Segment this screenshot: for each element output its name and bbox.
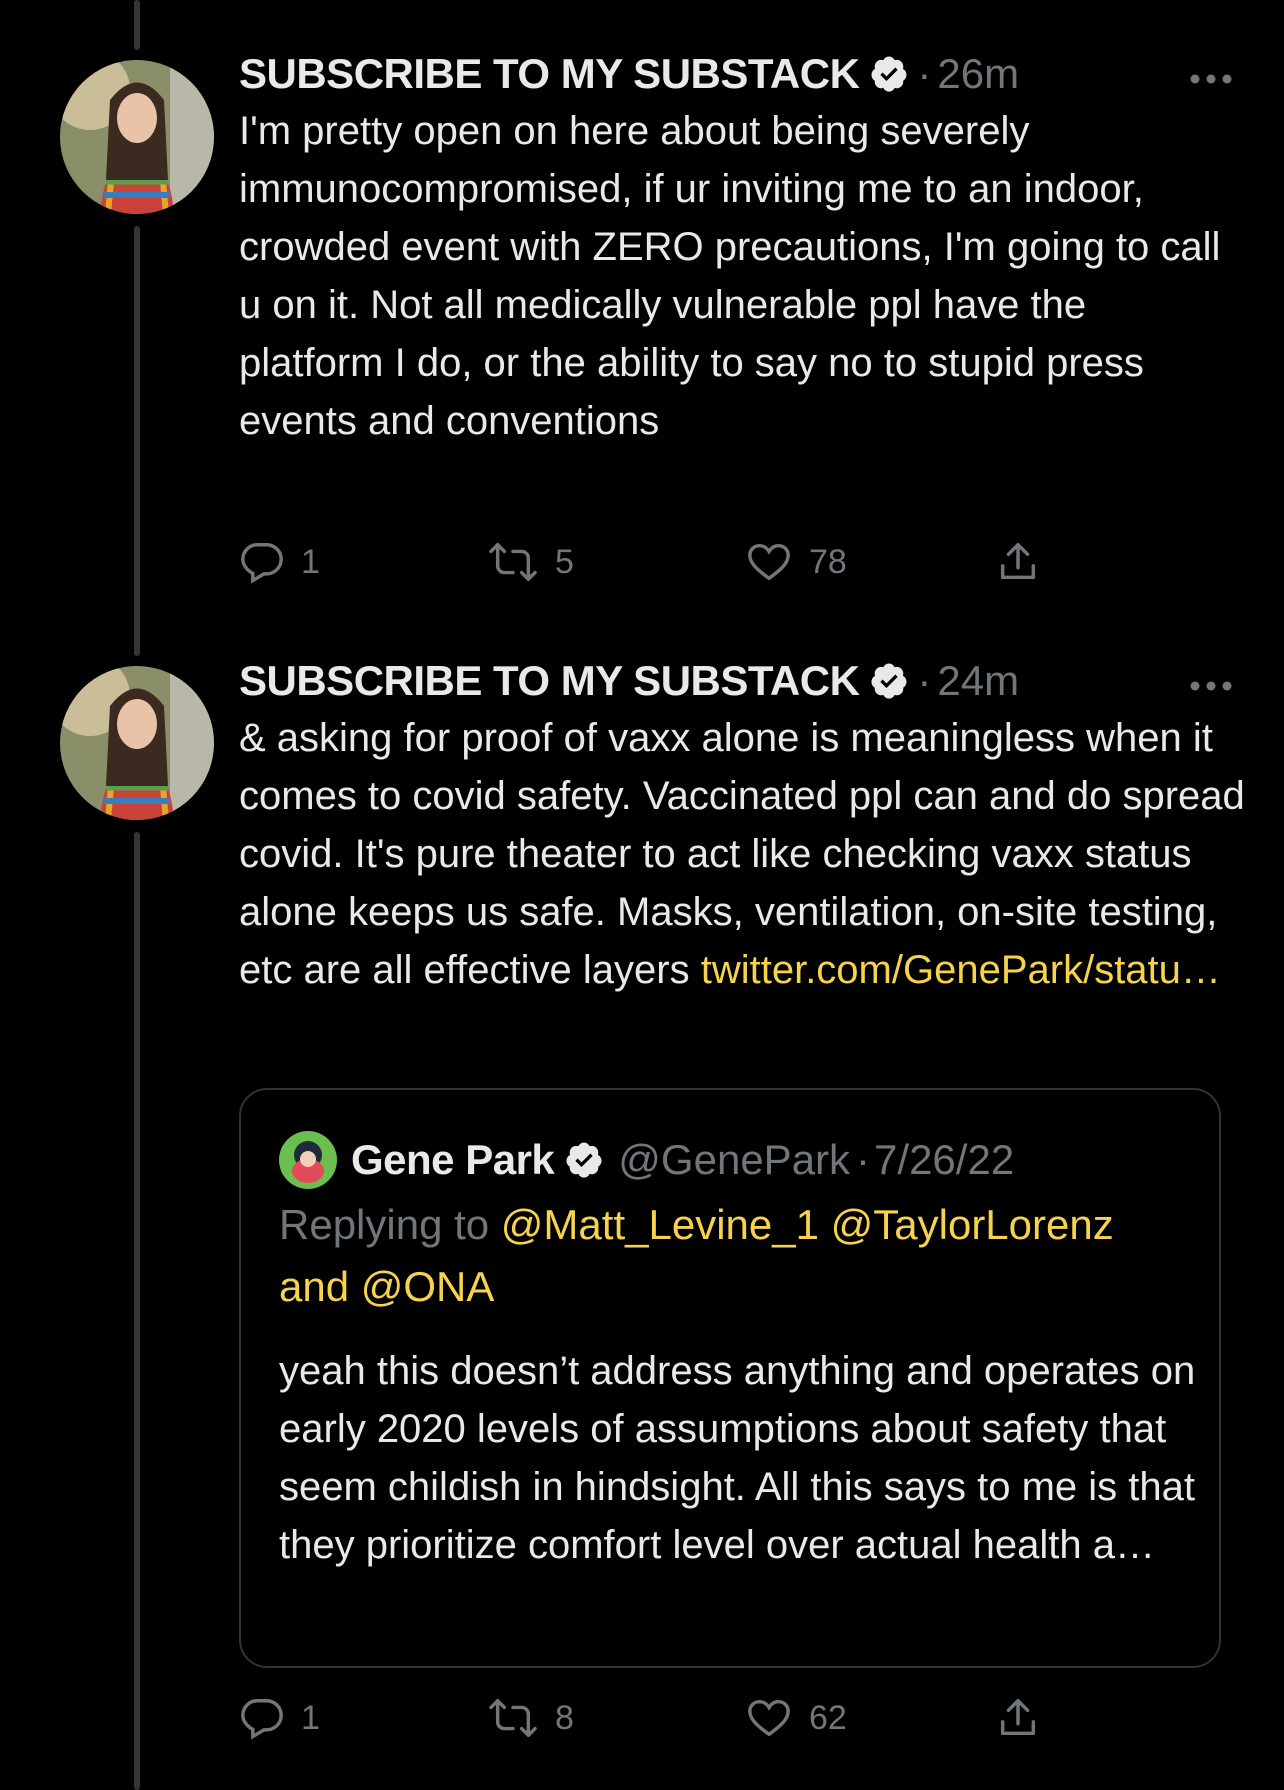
tweet-link[interactable]: twitter.com/GenePark/statu… <box>701 948 1221 992</box>
retweet-button[interactable]: 8 <box>487 1695 574 1741</box>
quoted-display-name: Gene Park <box>351 1136 555 1183</box>
retweet-count: 8 <box>555 1698 574 1737</box>
avatar[interactable] <box>60 60 214 214</box>
verified-badge-icon <box>869 54 909 94</box>
mention-link[interactable]: @TaylorLorenz <box>831 1201 1114 1248</box>
share-icon <box>995 539 1041 585</box>
reply-button[interactable]: 1 <box>239 539 320 585</box>
quoted-avatar <box>279 1131 337 1189</box>
thread-line-bottom <box>134 832 140 1790</box>
reply-icon <box>239 1695 285 1741</box>
reply-button[interactable]: 1 <box>239 1695 320 1741</box>
more-icon[interactable] <box>1186 660 1236 712</box>
quoted-tweet[interactable]: Gene Park @GenePark · 7/26/22 Replying t… <box>239 1088 1221 1668</box>
retweet-icon <box>487 539 539 585</box>
avatar[interactable] <box>60 666 214 820</box>
tweet-text: & asking for proof of vaxx alone is mean… <box>239 709 1249 999</box>
share-icon <box>995 1695 1041 1741</box>
share-button[interactable] <box>995 539 1041 585</box>
tweet-text: I'm pretty open on here about being seve… <box>239 109 1221 443</box>
display-name[interactable]: SUBSCRIBE TO MY SUBSTACK <box>239 657 860 705</box>
verified-badge-icon <box>869 661 909 701</box>
retweet-button[interactable]: 5 <box>487 539 574 585</box>
and-label: and <box>279 1263 350 1310</box>
like-button[interactable]: 78 <box>745 539 847 585</box>
reply-icon <box>239 539 285 585</box>
timestamp[interactable]: 26m <box>937 50 1019 98</box>
like-icon <box>745 539 793 585</box>
verified-badge-icon <box>564 1140 604 1180</box>
like-count: 78 <box>809 542 847 581</box>
timestamp[interactable]: 24m <box>937 657 1019 705</box>
like-icon <box>745 1695 793 1741</box>
tweet-header: SUBSCRIBE TO MY SUBSTACK · 26m <box>239 48 1239 100</box>
like-count: 62 <box>809 1698 847 1737</box>
reply-count: 1 <box>301 542 320 581</box>
reply-count: 1 <box>301 1698 320 1737</box>
quoted-tweet-text: yeah this doesn’t address anything and o… <box>279 1349 1196 1567</box>
replying-to-label: Replying to <box>279 1201 490 1248</box>
replying-to: Replying to @Matt_Levine_1 @TaylorLorenz… <box>279 1194 1179 1318</box>
separator: · <box>917 657 932 704</box>
quoted-tweet-header: Gene Park @GenePark · 7/26/22 <box>279 1130 1014 1190</box>
separator: · <box>917 50 932 97</box>
mention-link[interactable]: @Matt_Levine_1 <box>501 1201 819 1248</box>
mention-link[interactable]: @ONA <box>361 1263 495 1310</box>
tweet-header: SUBSCRIBE TO MY SUBSTACK · 24m <box>239 655 1249 707</box>
quoted-date: 7/26/22 <box>874 1136 1015 1183</box>
retweet-icon <box>487 1695 539 1741</box>
share-button[interactable] <box>995 1695 1041 1741</box>
separator: · <box>856 1136 871 1183</box>
thread-line-top <box>134 0 140 50</box>
thread-line-middle <box>134 226 140 656</box>
quoted-handle: @GenePark <box>618 1136 851 1183</box>
more-icon[interactable] <box>1186 53 1236 105</box>
display-name[interactable]: SUBSCRIBE TO MY SUBSTACK <box>239 50 860 98</box>
retweet-count: 5 <box>555 542 574 581</box>
like-button[interactable]: 62 <box>745 1695 847 1741</box>
